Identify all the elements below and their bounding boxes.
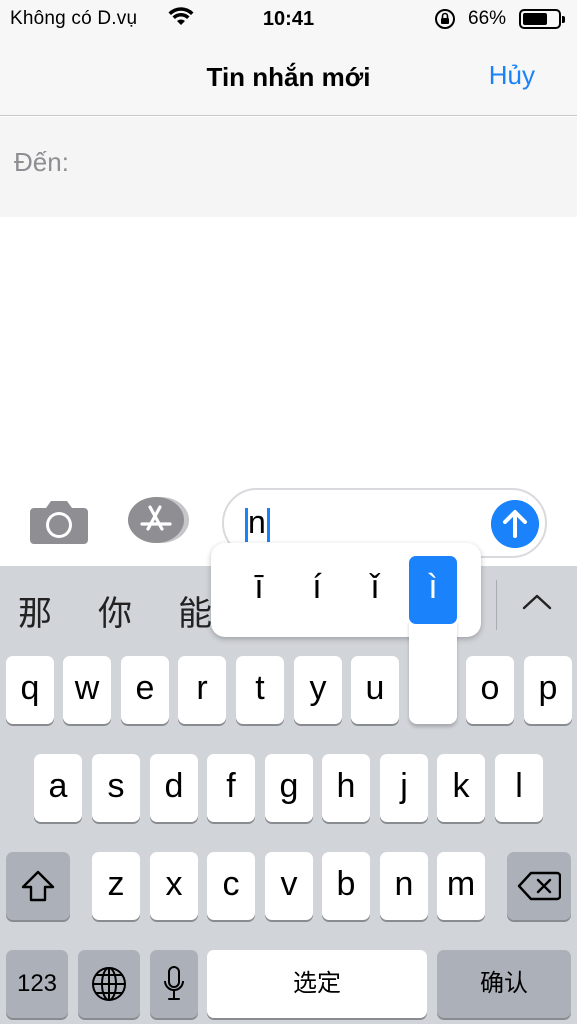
chevron-up-icon[interactable] xyxy=(520,590,554,614)
space-key[interactable]: 选定 xyxy=(207,950,427,1018)
key-e[interactable]: e xyxy=(121,656,169,724)
key-l[interactable]: l xyxy=(495,754,543,822)
microphone-icon xyxy=(164,966,184,1000)
camera-icon[interactable] xyxy=(28,498,90,546)
battery-icon xyxy=(519,9,565,29)
battery-percent: 66% xyxy=(468,8,507,29)
key-k[interactable]: k xyxy=(437,754,485,822)
delete-key[interactable] xyxy=(507,852,571,920)
key-q[interactable]: q xyxy=(6,656,54,724)
key-w[interactable]: w xyxy=(63,656,111,724)
recipient-field[interactable]: Đến: xyxy=(0,117,577,217)
key-z[interactable]: z xyxy=(92,852,140,920)
key-m[interactable]: m xyxy=(437,852,485,920)
key-s[interactable]: s xyxy=(92,754,140,822)
key-t[interactable]: t xyxy=(236,656,284,724)
key-r[interactable]: r xyxy=(178,656,226,724)
accent-option-acute[interactable]: í xyxy=(293,556,341,624)
key-d[interactable]: d xyxy=(150,754,198,822)
dictation-key[interactable] xyxy=(150,950,198,1018)
app-store-icon[interactable] xyxy=(125,495,191,545)
key-b[interactable]: b xyxy=(322,852,370,920)
candidate-1[interactable]: 那 xyxy=(18,586,52,635)
key-g[interactable]: g xyxy=(265,754,313,822)
backspace-icon xyxy=(517,871,562,901)
accent-option-caron[interactable]: ǐ xyxy=(351,556,399,624)
key-y[interactable]: y xyxy=(294,656,342,724)
globe-key[interactable] xyxy=(78,950,140,1018)
key-v[interactable]: v xyxy=(265,852,313,920)
message-text: n xyxy=(245,504,270,542)
key-a[interactable]: a xyxy=(34,754,82,822)
shift-key[interactable] xyxy=(6,852,70,920)
key-x[interactable]: x xyxy=(150,852,198,920)
shift-icon xyxy=(21,870,55,902)
accent-option-macron[interactable]: ī xyxy=(235,556,283,624)
accent-option-grave[interactable]: ì xyxy=(409,556,457,624)
candidate-2[interactable]: 你 xyxy=(98,586,132,635)
key-u[interactable]: u xyxy=(351,656,399,724)
rotation-lock-icon xyxy=(435,9,455,29)
key-p[interactable]: p xyxy=(524,656,572,724)
key-f[interactable]: f xyxy=(207,754,255,822)
key-h[interactable]: h xyxy=(322,754,370,822)
recipient-label: Đến: xyxy=(14,147,69,177)
send-arrow-icon[interactable] xyxy=(491,500,539,548)
key-o[interactable]: o xyxy=(466,656,514,724)
numbers-key[interactable]: 123 xyxy=(6,950,68,1018)
nav-bar: Tin nhắn mới Hủy xyxy=(0,38,577,116)
globe-icon xyxy=(92,967,126,1001)
candidate-divider xyxy=(496,580,497,630)
key-n[interactable]: n xyxy=(380,852,428,920)
status-bar: Không có D.vụ 10:41 66% xyxy=(0,0,577,38)
cancel-button[interactable]: Hủy xyxy=(489,60,535,91)
key-c[interactable]: c xyxy=(207,852,255,920)
confirm-key[interactable]: 确认 xyxy=(437,950,571,1018)
candidate-3[interactable]: 能 xyxy=(178,586,212,635)
key-j[interactable]: j xyxy=(380,754,428,822)
accent-popup-stem xyxy=(409,620,457,724)
